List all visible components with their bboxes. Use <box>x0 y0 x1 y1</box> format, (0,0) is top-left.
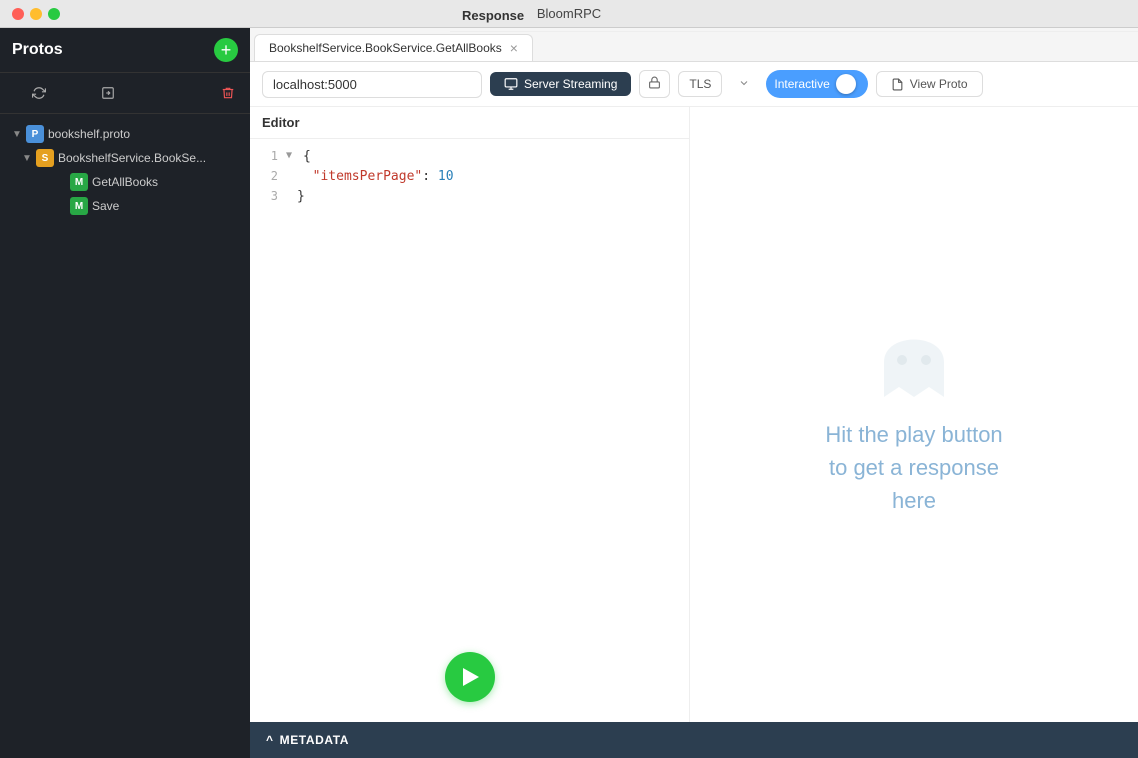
chevron-down-icon <box>738 77 750 89</box>
active-tab[interactable]: BookshelfService.BookService.GetAllBooks… <box>254 34 533 61</box>
metadata-arrow-icon: ^ <box>266 733 274 747</box>
tab-label: BookshelfService.BookService.GetAllBooks <box>269 41 502 55</box>
method-badge: M <box>70 173 88 191</box>
response-panel: Response Hit the play buttonto get a res… <box>690 107 1138 722</box>
toggle-knob <box>836 74 856 94</box>
maximize-button[interactable] <box>48 8 60 20</box>
code-line-1: 1 ▼ { <box>250 147 689 167</box>
close-button[interactable] <box>12 8 24 20</box>
code-line-3: 3 } <box>250 187 689 207</box>
code-line-2: 2 "itemsPerPage": 10 <box>250 167 689 187</box>
line-content-3: } <box>289 187 689 206</box>
sidebar-tree: ▼ P bookshelf.proto ▼ S BookshelfService… <box>0 114 250 758</box>
line-content-1: { <box>295 147 689 166</box>
panels: Editor 1 ▼ { 2 "itemsPerPage": 10 <box>250 107 1138 722</box>
metadata-label: ^ METADATA <box>266 733 349 747</box>
window-controls <box>12 8 60 20</box>
sidebar-title: Protos <box>12 41 63 59</box>
play-button[interactable] <box>445 652 495 702</box>
line-fold-arrow-1[interactable]: ▼ <box>286 147 295 161</box>
play-icon <box>463 668 479 686</box>
ghost-icon <box>864 312 964 402</box>
lock-icon <box>648 76 661 89</box>
service-badge: S <box>36 149 54 167</box>
proto-label: bookshelf.proto <box>48 127 130 141</box>
code-editor[interactable]: 1 ▼ { 2 "itemsPerPage": 10 3 } <box>250 139 689 722</box>
metadata-text: METADATA <box>280 733 349 747</box>
main-layout: Protos + ▼ <box>0 28 1138 758</box>
toolbar: Server Streaming TLS Interactive <box>250 62 1138 107</box>
import-button[interactable] <box>77 79 140 107</box>
line-number-1: 1 <box>250 147 286 163</box>
tab-close-button[interactable]: × <box>510 41 518 55</box>
sidebar-header: Protos + <box>0 28 250 73</box>
trash-icon <box>221 86 235 100</box>
method-label: GetAllBooks <box>92 175 158 189</box>
streaming-icon <box>504 77 518 91</box>
sidebar-item-bookshelf-proto[interactable]: ▼ P bookshelf.proto <box>0 122 250 146</box>
service-label: BookshelfService.BookSe... <box>58 151 206 165</box>
line-content-2: "itemsPerPage": 10 <box>289 167 689 186</box>
tab-bar: BookshelfService.BookService.GetAllBooks… <box>250 28 1138 62</box>
add-proto-button[interactable]: + <box>214 38 238 62</box>
sidebar: Protos + ▼ <box>0 28 250 758</box>
server-streaming-button[interactable]: Server Streaming <box>490 72 631 96</box>
address-input[interactable] <box>262 71 482 98</box>
editor-panel: Editor 1 ▼ { 2 "itemsPerPage": 10 <box>250 107 690 722</box>
refresh-icon <box>32 86 46 100</box>
refresh-button[interactable] <box>8 79 71 107</box>
editor-header: Editor <box>250 107 689 139</box>
line-number-2: 2 <box>250 167 286 183</box>
minimize-button[interactable] <box>30 8 42 20</box>
tls-button[interactable]: TLS <box>678 71 722 97</box>
sidebar-item-bookshelf-service[interactable]: ▼ S BookshelfService.BookSe... <box>0 146 250 170</box>
lock-button[interactable] <box>639 70 670 98</box>
tree-arrow: ▼ <box>22 153 32 164</box>
delete-button[interactable] <box>214 79 242 107</box>
sidebar-item-save[interactable]: M Save <box>0 194 250 218</box>
line-number-3: 3 <box>250 187 286 203</box>
view-proto-button[interactable]: View Proto <box>876 71 983 97</box>
proto-badge: P <box>26 125 44 143</box>
sidebar-toolbar <box>0 73 250 114</box>
save-label: Save <box>92 199 119 213</box>
streaming-label: Server Streaming <box>524 77 617 91</box>
document-icon <box>891 78 904 91</box>
interactive-toggle[interactable]: Interactive <box>766 70 867 98</box>
interactive-label: Interactive <box>774 77 829 91</box>
response-placeholder: Hit the play buttonto get a responsehere <box>825 312 1002 517</box>
response-placeholder-text: Hit the play buttonto get a responsehere <box>825 418 1002 517</box>
view-proto-label: View Proto <box>910 77 968 91</box>
metadata-bar[interactable]: ^ METADATA <box>250 722 1138 758</box>
import-icon <box>101 86 115 100</box>
method-badge: M <box>70 197 88 215</box>
sidebar-item-get-all-books[interactable]: M GetAllBooks <box>0 170 250 194</box>
play-button-container <box>445 652 495 702</box>
dropdown-button[interactable] <box>730 72 758 97</box>
content-area: BookshelfService.BookService.GetAllBooks… <box>250 28 1138 758</box>
tree-arrow: ▼ <box>12 129 22 140</box>
